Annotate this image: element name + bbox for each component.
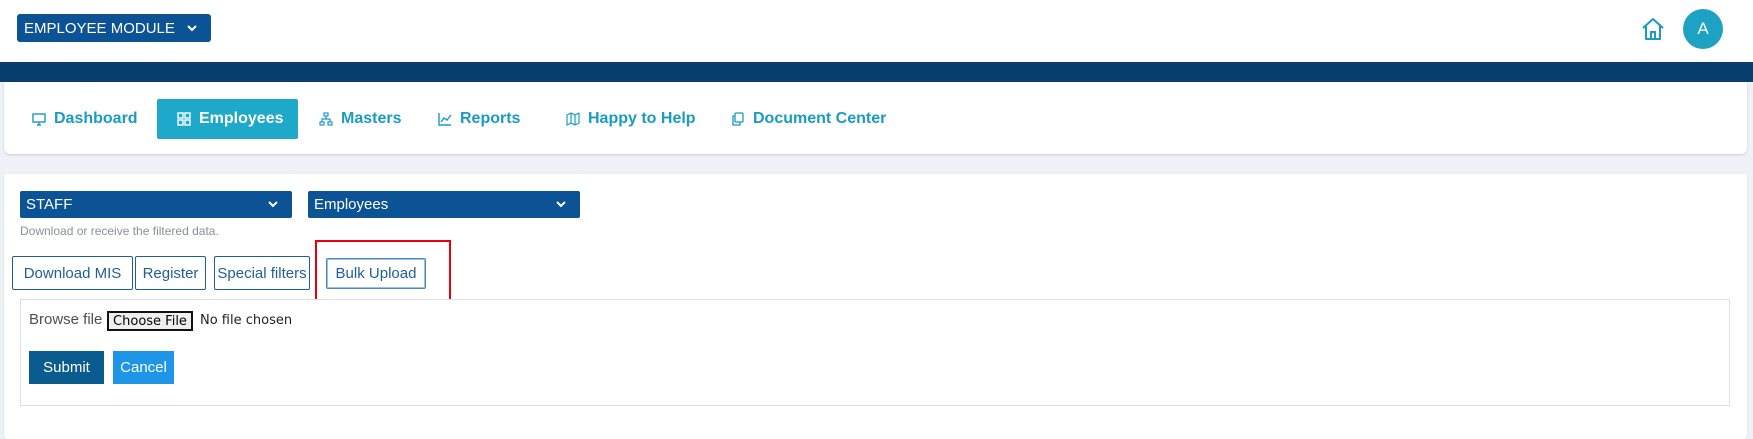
file-status-text: No file chosen	[200, 313, 293, 328]
nav-item-label: Reports	[460, 110, 521, 127]
nav-item-masters[interactable]: Masters	[311, 99, 409, 139]
nav-item-label: Document Center	[753, 110, 887, 127]
register-button[interactable]: Register	[135, 256, 206, 290]
content-panel: STAFF Employees Download or receive the …	[4, 174, 1747, 439]
nav-item-label: Masters	[341, 110, 402, 127]
chevron-down-icon	[556, 201, 566, 208]
chart-line-icon	[438, 113, 452, 126]
type-dropdown[interactable]: Employees	[308, 191, 580, 218]
module-selector-label: EMPLOYEE MODULE	[24, 19, 175, 37]
map-icon	[566, 112, 580, 126]
avatar[interactable]: A	[1683, 9, 1723, 49]
special-filters-button[interactable]: Special filters	[214, 256, 310, 290]
nav-item-label: Dashboard	[54, 110, 138, 127]
copy-icon	[732, 112, 744, 126]
nav-item-happy-to-help[interactable]: Happy to Help	[558, 99, 704, 139]
chevron-down-icon	[268, 201, 278, 208]
monitor-icon	[32, 113, 46, 126]
home-icon[interactable]	[1639, 15, 1667, 43]
nav-item-label: Happy to Help	[588, 110, 696, 127]
nav-item-employees[interactable]: Employees	[157, 99, 298, 139]
nav-item-label: Employees	[199, 110, 284, 127]
top-bar: EMPLOYEE MODULE A	[0, 0, 1753, 62]
chevron-down-icon	[187, 25, 197, 32]
module-selector[interactable]: EMPLOYEE MODULE	[17, 14, 211, 42]
category-dropdown[interactable]: STAFF	[20, 191, 292, 218]
nav-item-reports[interactable]: Reports	[430, 99, 528, 139]
highlight-annotation	[315, 240, 451, 308]
nav-item-dashboard[interactable]: Dashboard	[24, 99, 146, 139]
filter-hint: Download or receive the filtered data.	[20, 224, 219, 238]
header-band	[0, 62, 1753, 82]
nav-item-document-center[interactable]: Document Center	[723, 99, 894, 139]
download-mis-button[interactable]: Download MIS	[12, 256, 133, 290]
browse-file-label: Browse file	[29, 311, 103, 328]
grid-icon	[177, 112, 191, 126]
choose-file-button[interactable]: Choose File	[107, 311, 193, 331]
submit-button[interactable]: Submit	[29, 351, 104, 384]
cancel-button[interactable]: Cancel	[113, 351, 174, 384]
type-dropdown-value: Employees	[314, 196, 389, 213]
bulk-upload-panel: Browse file Choose File No file chosen S…	[20, 299, 1730, 406]
sitemap-icon	[319, 112, 333, 126]
avatar-initial: A	[1697, 19, 1709, 38]
category-dropdown-value: STAFF	[26, 196, 73, 213]
main-nav: Dashboard Employees Masters Reports Happ…	[4, 82, 1747, 154]
